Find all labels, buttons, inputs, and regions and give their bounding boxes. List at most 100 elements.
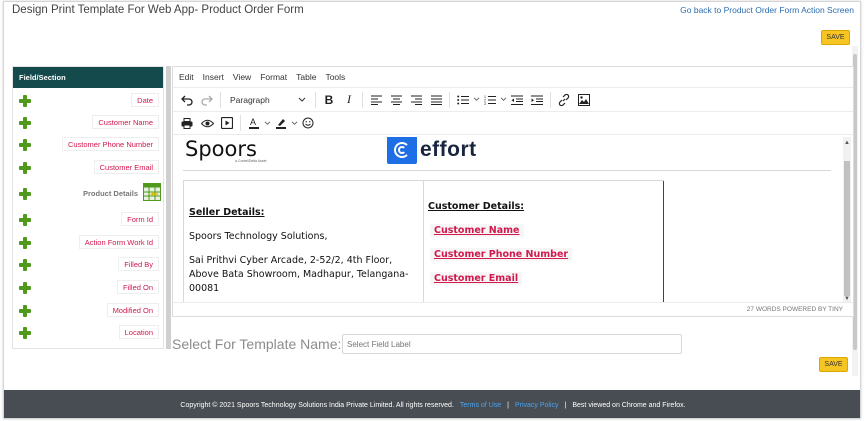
editor-document[interactable]: Spoors a ContellDelta Asset effort Selle… xyxy=(173,137,841,302)
numbered-list-icon[interactable]: 123 xyxy=(480,90,500,110)
save-button-bottom[interactable]: SAVE xyxy=(819,357,848,372)
menu-table[interactable]: Table xyxy=(296,72,316,82)
chevron-down-icon[interactable] xyxy=(291,121,298,126)
indent-icon[interactable] xyxy=(527,90,547,110)
template-name-label: Select For Template Name: xyxy=(172,336,342,352)
add-icon[interactable] xyxy=(19,214,31,226)
emoji-icon[interactable] xyxy=(298,113,318,133)
add-icon[interactable] xyxy=(19,327,31,339)
field-item-location[interactable]: Location xyxy=(13,325,163,345)
toolbar-separator xyxy=(550,91,551,108)
footer-copyright: Copyright © 2021 Spoors Technology Solut… xyxy=(180,401,454,409)
undo-icon[interactable] xyxy=(177,90,197,110)
field-item-filled-by[interactable]: Filled By xyxy=(13,257,163,277)
field-label[interactable]: Filled On xyxy=(116,280,159,294)
field-label[interactable]: Customer Name xyxy=(92,115,159,129)
bullet-list-icon[interactable] xyxy=(453,90,473,110)
editor-statusbar: 27 WORDS POWERED BY TINY xyxy=(173,302,853,316)
chevron-down-icon[interactable] xyxy=(500,97,507,102)
menu-format[interactable]: Format xyxy=(260,72,287,82)
customer-cell[interactable]: Customer Details: Customer Name Customer… xyxy=(424,180,664,302)
menu-tools[interactable]: Tools xyxy=(325,72,345,82)
outdent-icon[interactable] xyxy=(507,90,527,110)
customer-email-placeholder[interactable]: Customer Email xyxy=(430,272,523,285)
redo-icon[interactable] xyxy=(197,90,217,110)
table-section-icon[interactable] xyxy=(143,183,161,201)
customer-phone-placeholder[interactable]: Customer Phone Number xyxy=(430,248,573,261)
field-label[interactable]: Date xyxy=(131,93,159,107)
add-icon[interactable] xyxy=(19,117,31,129)
toolbar-separator xyxy=(315,91,316,108)
menu-view[interactable]: View xyxy=(233,72,251,82)
effort-logo-icon xyxy=(387,137,417,164)
field-item-product-details[interactable]: Product Details xyxy=(13,183,163,206)
editor-toolbar: Paragraph B I 1 2 3 xyxy=(173,87,853,111)
add-icon[interactable] xyxy=(19,139,31,151)
toolbar-separator xyxy=(220,91,221,108)
toolbar-separator xyxy=(240,115,241,131)
bold-icon[interactable]: B xyxy=(319,90,339,110)
add-icon[interactable] xyxy=(19,282,31,294)
align-center-icon[interactable] xyxy=(386,90,406,110)
field-item-customer-name[interactable]: Customer Name xyxy=(13,115,163,135)
field-label[interactable]: Modified On xyxy=(106,303,159,317)
print-icon[interactable] xyxy=(177,113,197,133)
align-left-icon[interactable] xyxy=(366,90,386,110)
seller-heading: Seller Details: xyxy=(189,207,265,218)
footer-separator: | xyxy=(564,401,567,409)
add-icon[interactable] xyxy=(19,188,31,200)
align-justify-icon[interactable] xyxy=(426,90,446,110)
highlight-icon[interactable] xyxy=(271,113,291,133)
align-right-icon[interactable] xyxy=(406,90,426,110)
chevron-down-icon[interactable] xyxy=(473,97,480,102)
seller-cell[interactable]: Seller Details: Spoors Technology Soluti… xyxy=(183,180,424,302)
preview-icon[interactable] xyxy=(197,113,217,133)
field-panel: Field/Section Date Customer Name Custome… xyxy=(12,66,164,349)
save-button-top[interactable]: SAVE xyxy=(821,30,850,45)
field-label[interactable]: Filled By xyxy=(118,257,159,271)
add-icon[interactable] xyxy=(19,95,31,107)
field-panel-title: Field/Section xyxy=(13,67,163,88)
text-color-icon[interactable]: A xyxy=(244,113,264,133)
field-item-date[interactable]: Date xyxy=(13,93,163,113)
menu-insert[interactable]: Insert xyxy=(203,72,224,82)
back-link[interactable]: Go back to Product Order Form Action Scr… xyxy=(680,5,854,15)
field-label[interactable]: Form Id xyxy=(121,212,159,226)
add-icon[interactable] xyxy=(19,237,31,249)
details-table: Seller Details: Spoors Technology Soluti… xyxy=(183,180,664,302)
scroll-up-icon[interactable]: ▲ xyxy=(844,140,850,146)
field-label[interactable]: Location xyxy=(118,325,159,339)
block-format-select[interactable]: Paragraph xyxy=(226,91,310,109)
field-label[interactable]: Customer Phone Number xyxy=(61,137,159,151)
media-icon[interactable] xyxy=(217,113,237,133)
field-item-customer-phone[interactable]: Customer Phone Number xyxy=(13,137,163,157)
editor-scrollbar-thumb[interactable] xyxy=(844,161,850,296)
italic-icon[interactable]: I xyxy=(339,90,359,110)
field-item-filled-on[interactable]: Filled On xyxy=(13,280,163,300)
editor-scrollbar[interactable]: ▲ ▼ xyxy=(843,137,851,302)
field-item-customer-email[interactable]: Customer Email xyxy=(13,160,163,180)
field-label[interactable]: Customer Email xyxy=(93,160,159,174)
field-item-action-form-work-id[interactable]: Action Form Work Id xyxy=(13,235,163,255)
panel-resize-handle[interactable] xyxy=(166,66,171,349)
customer-name-placeholder[interactable]: Customer Name xyxy=(430,224,524,237)
toolbar-separator xyxy=(362,91,363,108)
svg-text:3: 3 xyxy=(484,102,486,105)
effort-logo: effort xyxy=(387,137,477,164)
field-label[interactable]: Action Form Work Id xyxy=(78,235,159,249)
privacy-link[interactable]: Privacy Policy xyxy=(515,402,559,409)
field-item-form-id[interactable]: Form Id xyxy=(13,212,163,232)
add-icon[interactable] xyxy=(19,305,31,317)
spoors-logo: Spoors xyxy=(185,137,257,161)
spoors-logo-subtitle: a ContellDelta Asset xyxy=(235,159,267,163)
terms-link[interactable]: Terms of Use xyxy=(460,402,501,409)
field-item-modified-on[interactable]: Modified On xyxy=(13,303,163,323)
link-icon[interactable] xyxy=(554,90,574,110)
field-label[interactable]: Product Details xyxy=(77,186,143,200)
add-icon[interactable] xyxy=(19,259,31,271)
image-icon[interactable] xyxy=(574,90,594,110)
add-icon[interactable] xyxy=(19,162,31,174)
chevron-down-icon[interactable] xyxy=(264,121,271,126)
menu-edit[interactable]: Edit xyxy=(179,72,194,82)
template-field-select[interactable] xyxy=(342,334,682,354)
